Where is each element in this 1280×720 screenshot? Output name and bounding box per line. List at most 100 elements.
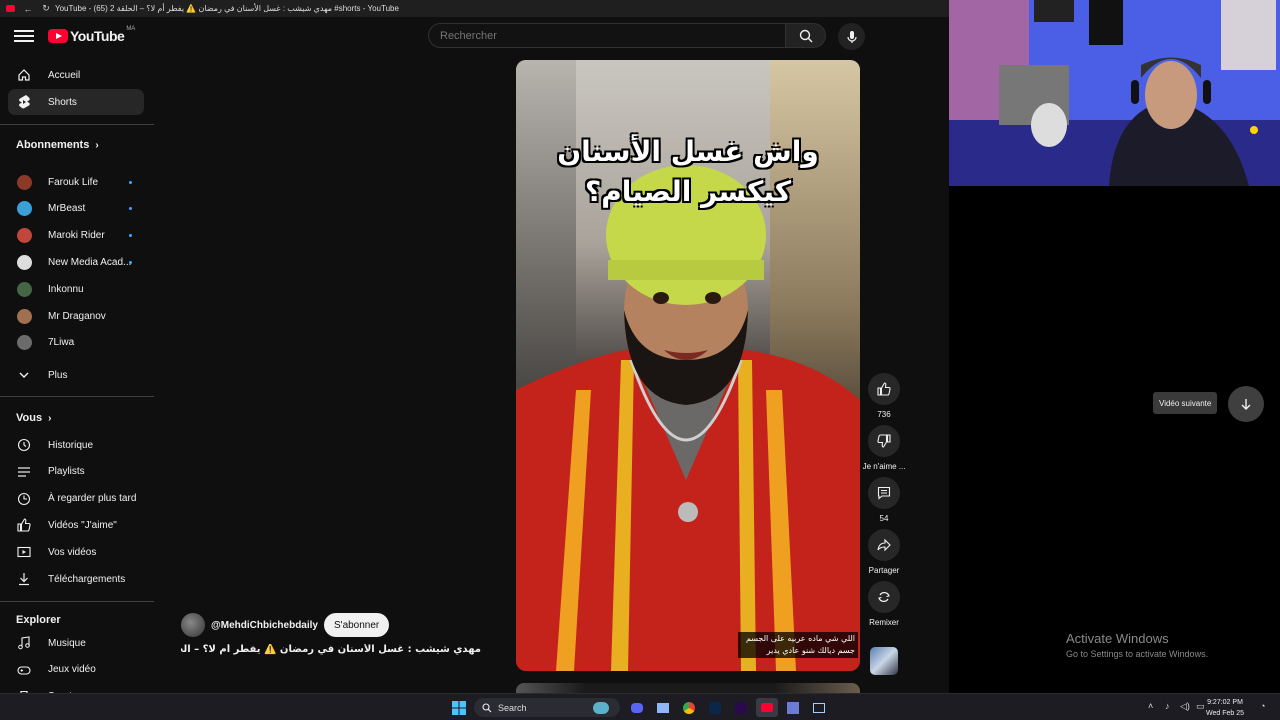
remix-button[interactable]: Remixer [866,581,902,627]
youtube-play-icon [48,29,68,43]
gaming-icon [8,663,40,677]
new-content-dot [129,180,132,184]
you-title: Vous [16,412,43,424]
menu-icon[interactable] [14,27,34,47]
start-button[interactable] [450,698,468,717]
taskbar-app-premiere[interactable] [732,698,750,717]
comment-count: 54 [879,514,889,523]
voice-search-button[interactable] [838,23,865,50]
tray-chevron-up-icon[interactable]: ˄ [1148,701,1153,711]
chrome-icon [683,701,695,714]
masthead: YouTube MA [0,17,949,57]
sidebar-subscription-item[interactable]: New Media Acad... [8,249,144,275]
share-icon [877,538,891,552]
dislike-label: Je n'aime ... [862,462,906,471]
share-button[interactable]: Partager [866,529,902,575]
taskbar-app-chrome[interactable] [680,698,698,717]
sidebar-item-trophy[interactable]: Sport [8,684,144,693]
windows-start-icon [452,700,466,715]
youtube-favicon-icon [6,5,15,12]
taskbar-app-widgets[interactable] [590,698,612,717]
search-input[interactable] [429,24,785,47]
network-icon[interactable]: ▭ [1196,701,1205,712]
music-icon [8,636,40,650]
widget-icon [593,701,609,714]
comments-button[interactable]: 54 [866,477,902,523]
taskbar-search-label: Search [498,702,527,713]
channel-name[interactable]: @MehdiChbichebdaily [211,620,318,631]
taskbar-app-screen[interactable] [810,698,828,717]
monitor-icon [813,702,825,713]
subscriptions-header[interactable]: Abonnements › [16,139,99,151]
windows-activation-watermark: Activate Windows Go to Settings to activ… [1066,631,1208,659]
sidebar-item-label: Shorts [48,96,77,108]
chevron-down-icon [8,371,40,379]
sidebar-item-label: Farouk Life [48,176,99,188]
taskbar-app-explorer[interactable] [654,698,672,717]
sidebar-item-music[interactable]: Musique [8,630,144,656]
search-icon [799,29,812,42]
downloads-icon [8,572,40,586]
sidebar-item-home[interactable]: Accueil [8,62,144,88]
search-button[interactable] [786,23,826,48]
folder-icon [657,702,669,713]
sidebar-item-gaming[interactable]: Jeux vidéo [8,657,144,683]
sidebar-subscription-item[interactable]: 7Liwa [8,330,144,356]
youtube-logo[interactable]: YouTube MA [48,26,135,44]
sidebar-divider [0,396,154,397]
notifications-bell-icon[interactable]: ◔ [1260,701,1265,711]
sidebar-item-label: Mr Draganov [48,310,106,322]
sidebar-item-label: Accueil [48,69,81,81]
sidebar-item-history[interactable]: Historique [8,432,144,458]
youtube-page: YouTube MA Accueil Shorts Abonnements › … [0,17,949,693]
taskbar-app-youtube[interactable] [756,698,778,717]
window-title: YouTube - (65) مهدي شيشب : غسل الأسنان ف… [55,4,399,13]
sidebar-subscription-item[interactable]: Mr Draganov [8,303,144,329]
channel-avatar [8,174,40,190]
sidebar-subscription-item[interactable]: Farouk Life [8,169,144,195]
sidebar-item-watch-later[interactable]: À regarder plus tard [8,486,144,512]
sidebar-item-downloads[interactable]: Téléchargements [8,566,144,592]
video-overlay-title: واش غسل الأسنان كيكسر الصيام؟ [557,135,819,208]
sidebar-item-label: Musique [48,637,86,649]
explore-header: Explorer [16,614,61,626]
sidebar-item-liked-videos[interactable]: Vidéos "J'aime" [8,512,144,538]
search-box[interactable] [428,23,786,48]
you-header[interactable]: Vous › [16,412,51,424]
new-content-dot [129,207,132,211]
next-video-button[interactable] [1228,386,1264,422]
playlists-icon [8,465,40,479]
chevron-right-icon: › [48,412,52,424]
sidebar-item-shorts[interactable]: Shorts [8,89,144,115]
back-arrow-icon[interactable]: ← [19,4,37,14]
speaker-icon[interactable]: ◁) [1180,701,1190,712]
sidebar-item-label: Inkonnu [48,283,84,295]
sound-thumbnail[interactable] [870,647,898,675]
next-short-preview[interactable] [516,683,860,693]
channel-avatar[interactable] [181,613,205,637]
short-video-player[interactable]: واش غسل الأسنان كيكسر الصيام؟ اللي شي ما… [516,60,860,671]
sidebar-item-playlists[interactable]: Playlists [8,459,144,485]
like-button[interactable]: 736 [866,373,902,419]
sidebar-subscription-item[interactable]: Inkonnu [8,276,144,302]
sidebar-item-your-videos[interactable]: Vos vidéos [8,539,144,565]
sidebar-item-more[interactable]: Plus [8,362,144,388]
your-videos-icon [8,545,40,559]
dislike-button[interactable]: Je n'aime ... [863,425,905,471]
reload-icon[interactable]: ↻ [37,3,55,14]
sidebar-subscription-item[interactable]: Maroki Rider [8,223,144,249]
sidebar-item-label: Vos vidéos [48,546,97,558]
taskbar-app-obs[interactable] [784,698,802,717]
taskbar-clock[interactable]: 9:27:02 PM Wed Feb 25 [1206,697,1244,719]
right-blank-area [949,186,1280,693]
microphone-icon[interactable]: ♪ [1165,701,1170,711]
discord-icon [631,702,643,713]
sidebar-item-label: Téléchargements [48,573,126,585]
taskbar-app-discord[interactable] [628,698,646,717]
subscribe-button[interactable]: S'abonner [323,613,390,637]
sidebar-subscription-item[interactable]: MrBeast [8,196,144,222]
taskbar-app-photoshop[interactable] [706,698,724,717]
short-title[interactable]: مهدي شيشب : غسل الأسنان في رمضان ⚠️ يفطر… [181,644,481,655]
new-content-dot [129,260,132,264]
shorts-icon [8,94,40,110]
